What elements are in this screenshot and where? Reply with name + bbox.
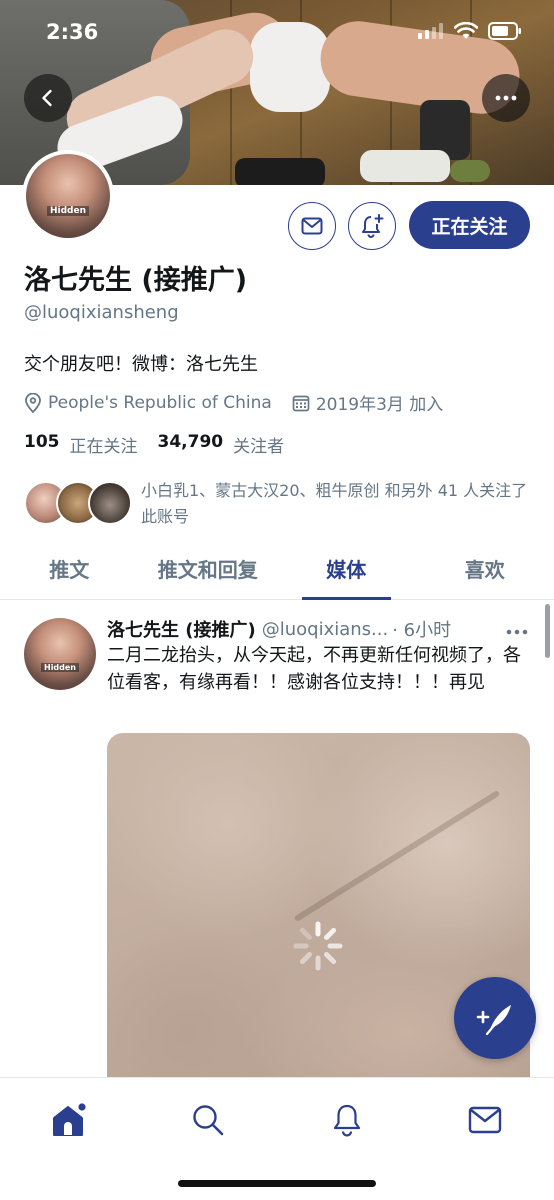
mail-icon <box>468 1106 502 1134</box>
signal-icon <box>418 23 443 39</box>
tweet-text: 二月二龙抬头，从今天起，不再更新任何视频了，各位看客，有缘再看！！感谢各位支持！… <box>107 645 521 693</box>
calendar-icon <box>292 395 310 411</box>
notifications-button[interactable] <box>348 202 396 250</box>
location-pin-icon <box>25 392 41 413</box>
avatar-image: Hidden <box>24 618 96 690</box>
avatar-image: Hidden <box>26 154 110 238</box>
tab-tweets-replies[interactable]: 推文和回复 <box>139 538 278 599</box>
tab-tweets[interactable]: 推文 <box>0 538 139 599</box>
avatar-overlay-text: Hidden <box>46 206 90 217</box>
follower-avatar <box>88 481 132 525</box>
profile-meta: People's Republic of China 2019年3月 加入 <box>24 390 463 415</box>
feather-plus-icon <box>476 1005 511 1036</box>
tweet-author-name[interactable]: 洛七先生 (接推广) <box>107 616 256 642</box>
followers-count[interactable]: 34,790 <box>158 432 224 457</box>
nav-messages[interactable] <box>462 1097 508 1143</box>
following-button[interactable]: 正在关注 <box>409 201 530 249</box>
back-button[interactable] <box>24 74 72 122</box>
wifi-icon <box>454 22 478 39</box>
home-icon <box>53 1103 86 1136</box>
battery-icon <box>488 22 521 40</box>
followed-by-text: 小白乳1、蒙古大汉20、粗牛原创 和另外 41 人关注了此账号 <box>141 481 528 526</box>
bell-plus-icon <box>362 214 384 238</box>
more-horizontal-icon <box>495 95 517 101</box>
message-button[interactable] <box>288 202 336 250</box>
mail-icon <box>301 217 323 235</box>
compose-tweet-button[interactable] <box>454 977 536 1059</box>
avatar-overlay-text: Hidden <box>40 662 80 672</box>
scrollbar[interactable] <box>545 604 550 658</box>
media-texture <box>293 789 501 923</box>
joined-text: 2019年3月 加入 <box>315 395 444 415</box>
banner-figure <box>360 150 450 182</box>
following-count[interactable]: 105 <box>24 432 60 457</box>
tab-media[interactable]: 媒体 <box>277 538 416 600</box>
home-indicator[interactable] <box>178 1180 376 1187</box>
status-bar: 2:36 <box>0 0 554 64</box>
tweet-more-button[interactable] <box>506 620 528 639</box>
tweet-author-handle[interactable]: @luoqixians... <box>262 619 388 640</box>
status-time: 2:36 <box>46 20 99 44</box>
followers-label[interactable]: 关注者 <box>233 432 284 457</box>
profile-bio: 交个朋友吧！微博：洛七先生 <box>24 354 258 375</box>
chevron-left-icon <box>42 89 52 107</box>
followed-by-row[interactable]: 小白乳1、蒙古大汉20、粗牛原创 和另外 41 人关注了此账号 <box>24 477 534 529</box>
more-horizontal-icon <box>506 629 528 635</box>
profile-joined: 2019年3月 加入 <box>292 390 443 415</box>
profile-display-name: 洛七先生 (接推广) <box>24 265 248 296</box>
profile-handle: @luoqixiansheng <box>24 302 179 323</box>
tweet-header: 洛七先生 (接推广) @luoqixians... · 6小时 <box>107 616 532 642</box>
more-options-button[interactable] <box>482 74 530 122</box>
profile-avatar[interactable]: Hidden <box>22 150 114 242</box>
tweet-author-avatar[interactable]: Hidden <box>24 618 96 690</box>
search-icon <box>193 1105 224 1136</box>
nav-notifications[interactable] <box>324 1097 370 1143</box>
location-text: People's Republic of China <box>48 392 272 413</box>
banner-figure <box>450 160 490 182</box>
tab-likes[interactable]: 喜欢 <box>416 538 554 599</box>
profile-tabs: 推文 推文和回复 媒体 喜欢 <box>0 538 554 600</box>
loading-spinner-icon <box>293 921 343 971</box>
profile-location: People's Republic of China <box>24 392 272 413</box>
profile-stats: 105 正在关注 34,790 关注者 <box>24 432 294 457</box>
nav-search[interactable] <box>185 1097 231 1143</box>
bell-icon <box>333 1104 361 1137</box>
following-label[interactable]: 正在关注 <box>70 432 138 457</box>
banner-figure <box>235 158 325 185</box>
tweet-time[interactable]: · 6小时 <box>392 616 451 642</box>
nav-home[interactable] <box>45 1097 91 1143</box>
status-icons <box>418 22 522 40</box>
